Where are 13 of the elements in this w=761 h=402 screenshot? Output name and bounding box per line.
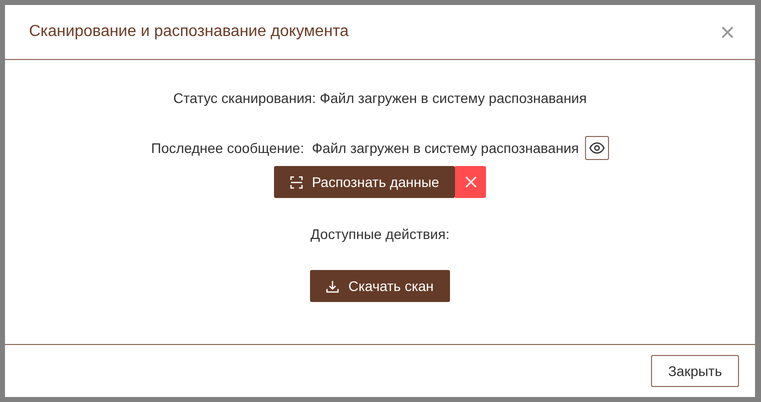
last-message-text: Последнее сообщение: Файл загружен в систему распознавания (151, 140, 579, 156)
eye-icon (588, 142, 605, 154)
recognize-button[interactable]: Распознать данные (274, 166, 456, 198)
dialog-title: Сканирование и распознавание документа (29, 23, 349, 41)
scan-icon (290, 176, 303, 188)
view-button[interactable] (584, 136, 609, 160)
close-button[interactable]: Закрыть (651, 355, 739, 387)
close-icon (464, 176, 477, 188)
status-text: Статус сканирования: Файл загружен в систему распознавания (173, 90, 587, 106)
cancel-button[interactable] (455, 166, 486, 198)
download-button[interactable]: Скачать скан (310, 270, 450, 302)
download-icon (326, 280, 340, 292)
actions-label: Доступные действия: (310, 226, 450, 242)
